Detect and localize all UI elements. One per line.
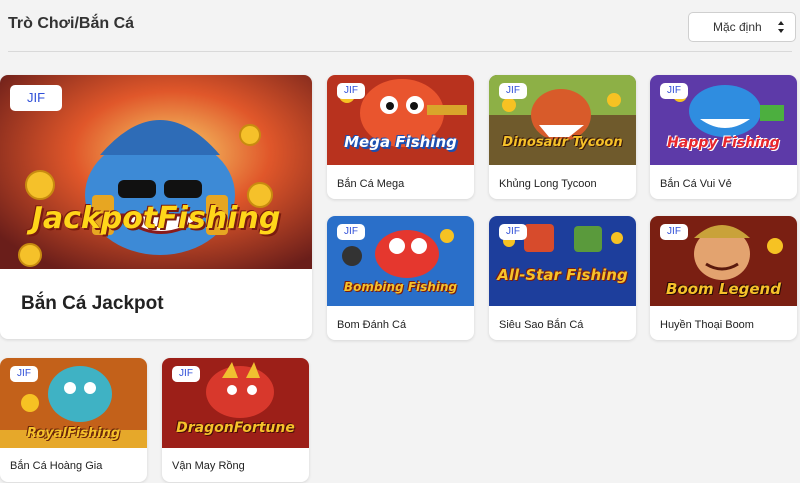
game-name: Huyền Thoại Boom — [660, 319, 754, 331]
provider-badge: JIF — [172, 366, 200, 382]
header-divider — [8, 51, 792, 52]
game-card-jackpot[interactable]: JackpotFishing JIF Bắn Cá Jackpot — [0, 75, 312, 339]
provider-badge: JIF — [10, 366, 38, 382]
game-card-bombing-fishing[interactable]: Bombing Fishing JIF Bom Đánh Cá — [327, 216, 474, 340]
game-card-happy-fishing[interactable]: Happy Fishing JIF Bắn Cá Vui Vẻ — [650, 75, 797, 199]
game-card-dinosaur-tycoon[interactable]: Dinosaur Tycoon JIF Khủng Long Tycoon — [489, 75, 636, 199]
header: Trò Chơi/Bắn Cá Mặc định — [0, 0, 800, 52]
game-card-all-star-fishing[interactable]: All-Star Fishing JIF Siêu Sao Bắn Cá — [489, 216, 636, 340]
game-logo: RoyalFishing — [26, 426, 121, 441]
game-name: Bắn Cá Mega — [337, 178, 405, 190]
provider-badge: JIF — [660, 224, 688, 240]
page-title: Trò Chơi/Bắn Cá — [8, 15, 135, 32]
game-name: Bắn Cá Hoàng Gia — [10, 460, 103, 472]
provider-badge: JIF — [337, 224, 365, 240]
provider-badge: JIF — [499, 224, 527, 240]
game-logo: All-Star Fishing — [497, 266, 628, 284]
game-logo: Boom Legend — [666, 280, 781, 298]
game-logo: Happy Fishing — [667, 135, 780, 151]
game-logo: Bombing Fishing — [343, 280, 458, 294]
game-card-boom-legend[interactable]: Boom Legend JIF Huyền Thoại Boom — [650, 216, 797, 340]
game-logo: JackpotFishing — [31, 201, 281, 236]
sort-select[interactable]: Mặc định — [688, 12, 796, 42]
provider-badge: JIF — [499, 83, 527, 99]
provider-badge: JIF — [660, 83, 688, 99]
game-name: Bom Đánh Cá — [337, 319, 407, 331]
game-card-dragon-fortune[interactable]: DragonFortune JIF Vận May Rồng — [162, 358, 309, 482]
provider-badge: JIF — [10, 85, 62, 111]
sort-arrows-icon — [778, 21, 784, 33]
game-name: Khủng Long Tycoon — [499, 178, 597, 190]
game-logo: DragonFortune — [176, 420, 295, 436]
game-name: Siêu Sao Bắn Cá — [499, 319, 584, 331]
provider-badge: JIF — [337, 83, 365, 99]
game-card-mega-fishing[interactable]: Mega Fishing JIF Bắn Cá Mega — [327, 75, 474, 199]
game-logo: Mega Fishing — [344, 133, 457, 151]
game-name: Vận May Rồng — [172, 460, 245, 472]
game-name: Bắn Cá Vui Vẻ — [660, 178, 732, 190]
game-logo: Dinosaur Tycoon — [502, 135, 623, 150]
sort-select-value: Mặc định — [713, 20, 762, 34]
game-name: Bắn Cá Jackpot — [21, 293, 164, 314]
game-card-royal-fishing[interactable]: RoyalFishing JIF Bắn Cá Hoàng Gia — [0, 358, 147, 482]
